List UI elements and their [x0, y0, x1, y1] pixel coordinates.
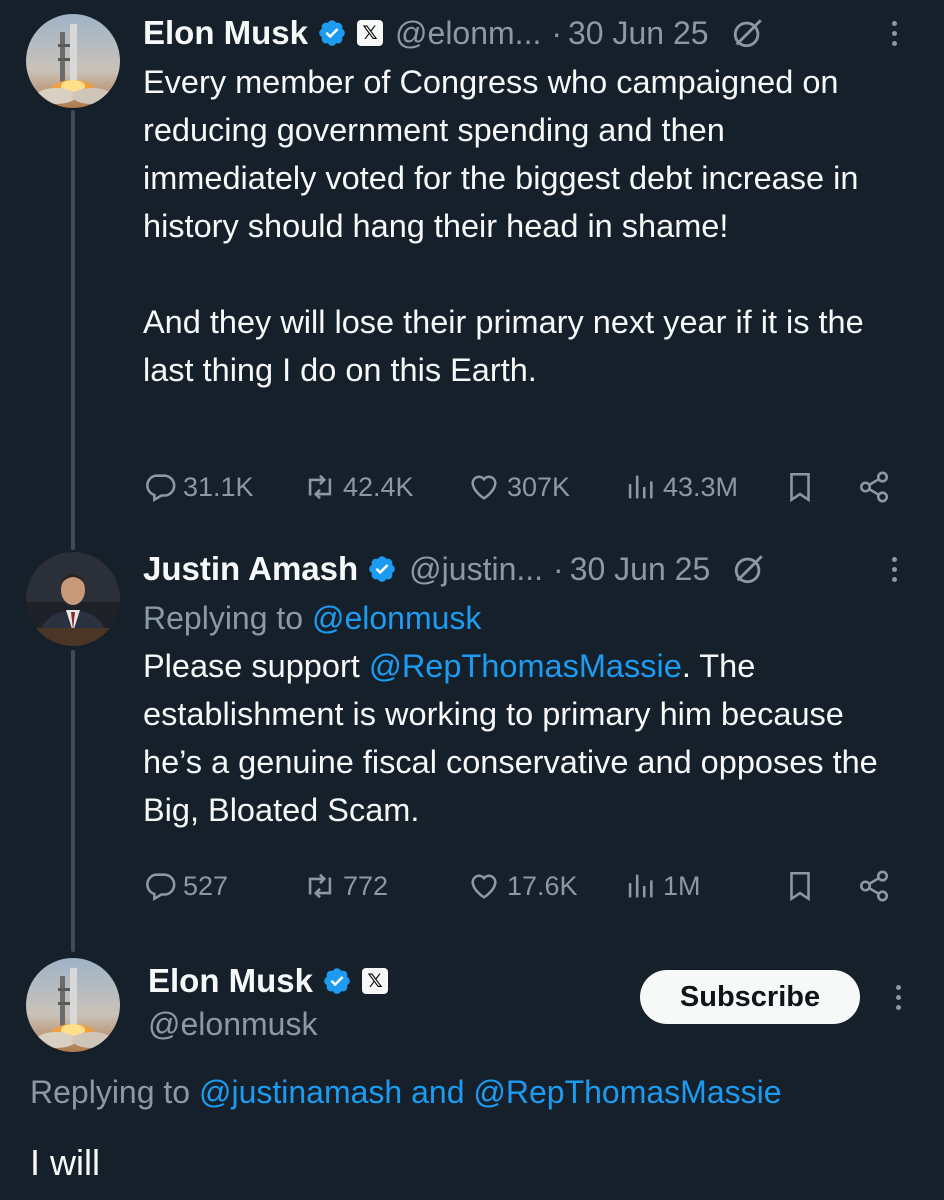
views-icon — [628, 475, 653, 499]
reply-count: 31.1K — [183, 471, 254, 502]
focused-tweet-text: I will — [30, 1142, 100, 1183]
repost-icon — [308, 474, 332, 500]
verified-badge-icon — [319, 20, 345, 46]
share-button[interactable] — [857, 869, 891, 903]
reply-icon — [146, 474, 176, 503]
bookmark-icon — [790, 472, 810, 503]
repost-count: 772 — [343, 870, 389, 901]
replying-prefix: Replying to — [30, 1074, 199, 1110]
tweet-text: Every member of Congress who campaigned … — [143, 64, 864, 388]
author-handle[interactable]: @justin... — [409, 551, 543, 588]
avatar-elon-focused[interactable] — [26, 958, 120, 1052]
like-button[interactable]: 17.6K — [467, 869, 578, 903]
more-icon[interactable] — [884, 10, 904, 56]
bookmark-button[interactable] — [783, 869, 817, 903]
more-icon[interactable] — [888, 974, 908, 1020]
share-icon — [859, 471, 889, 503]
mention-link[interactable]: @justinamash — [199, 1074, 402, 1110]
verified-badge-icon — [369, 556, 395, 582]
views-button[interactable]: 1M — [623, 869, 701, 903]
like-icon — [471, 475, 497, 500]
reply-button[interactable]: 31.1K — [143, 470, 254, 504]
mention-link[interactable]: @elonmusk — [312, 600, 481, 636]
tweet-2[interactable]: Justin Amash @justin... · 30 Jun 25 Repl… — [143, 546, 904, 834]
views-count: 1M — [663, 870, 701, 901]
author-name[interactable]: Justin Amash — [143, 550, 358, 588]
x-logo-icon: 𝕏 — [362, 968, 389, 994]
author-handle[interactable]: @elonmusk — [148, 1006, 388, 1043]
more-icon[interactable] — [884, 546, 904, 592]
tweet-2-header: Justin Amash @justin... · 30 Jun 25 — [143, 546, 904, 592]
author-name[interactable]: Elon Musk — [143, 14, 308, 52]
share-icon — [859, 870, 889, 902]
bookmark-icon — [790, 871, 810, 902]
grok-icon[interactable] — [731, 16, 765, 50]
subscribe-button[interactable]: Subscribe — [640, 970, 860, 1024]
focused-replying-to: Replying to @justinamash and @RepThomasM… — [30, 1074, 782, 1111]
focused-author[interactable]: Elon Musk 𝕏 @elonmusk — [148, 958, 389, 1043]
author-handle[interactable]: @elonm... — [395, 15, 541, 52]
tweet-date[interactable]: 30 Jun 25 — [570, 551, 711, 588]
avatar-justin[interactable] — [26, 552, 120, 646]
separator-dot: · — [553, 550, 564, 587]
tweet-1[interactable]: Elon Musk 𝕏 @elonm... · 30 Jun 25 Every … — [143, 10, 904, 394]
reply-icon — [146, 873, 176, 902]
bookmark-button[interactable] — [783, 470, 817, 504]
repost-icon — [308, 873, 332, 899]
like-icon — [471, 874, 497, 899]
mention-link[interactable]: @RepThomasMassie — [369, 648, 682, 684]
like-count: 17.6K — [507, 870, 578, 901]
replying-to: Replying to @elonmusk — [143, 596, 904, 640]
tweet-date[interactable]: 30 Jun 25 — [568, 15, 709, 52]
views-button[interactable]: 43.3M — [623, 470, 738, 504]
grok-icon[interactable] — [732, 552, 766, 586]
reply-button[interactable]: 527 — [143, 869, 228, 903]
replying-prefix: Replying to — [143, 600, 312, 636]
views-count: 43.3M — [663, 471, 739, 502]
tweet-1-actions: 31.1K 42.4K 307K 43.3M — [143, 462, 896, 512]
repost-count: 42.4K — [343, 471, 414, 502]
reply-count: 527 — [183, 870, 229, 901]
tweet-1-header: Elon Musk 𝕏 @elonm... · 30 Jun 25 — [143, 10, 904, 56]
mention-link[interactable]: @RepThomasMassie — [473, 1074, 781, 1110]
separator-dot: · — [551, 14, 562, 51]
replying-and: and — [402, 1074, 474, 1110]
tweet-2-actions: 527 772 17.6K 1M — [143, 861, 896, 911]
repost-button[interactable]: 772 — [303, 869, 388, 903]
views-icon — [628, 874, 653, 898]
focused-header: Elon Musk 𝕏 — [148, 958, 389, 1004]
thread-line-2 — [71, 650, 75, 952]
thread-line-1 — [71, 110, 75, 550]
avatar-elon[interactable] — [26, 14, 120, 108]
verified-badge-icon — [324, 968, 350, 994]
x-logo-icon: 𝕏 — [357, 20, 384, 46]
tweet-text: Please support @RepThomasMassie. The est… — [143, 642, 904, 834]
like-count: 307K — [507, 471, 571, 502]
author-name[interactable]: Elon Musk — [148, 962, 313, 1000]
tweet-text-start: Please support — [143, 648, 369, 684]
repost-button[interactable]: 42.4K — [303, 470, 414, 504]
like-button[interactable]: 307K — [467, 470, 570, 504]
share-button[interactable] — [857, 470, 891, 504]
